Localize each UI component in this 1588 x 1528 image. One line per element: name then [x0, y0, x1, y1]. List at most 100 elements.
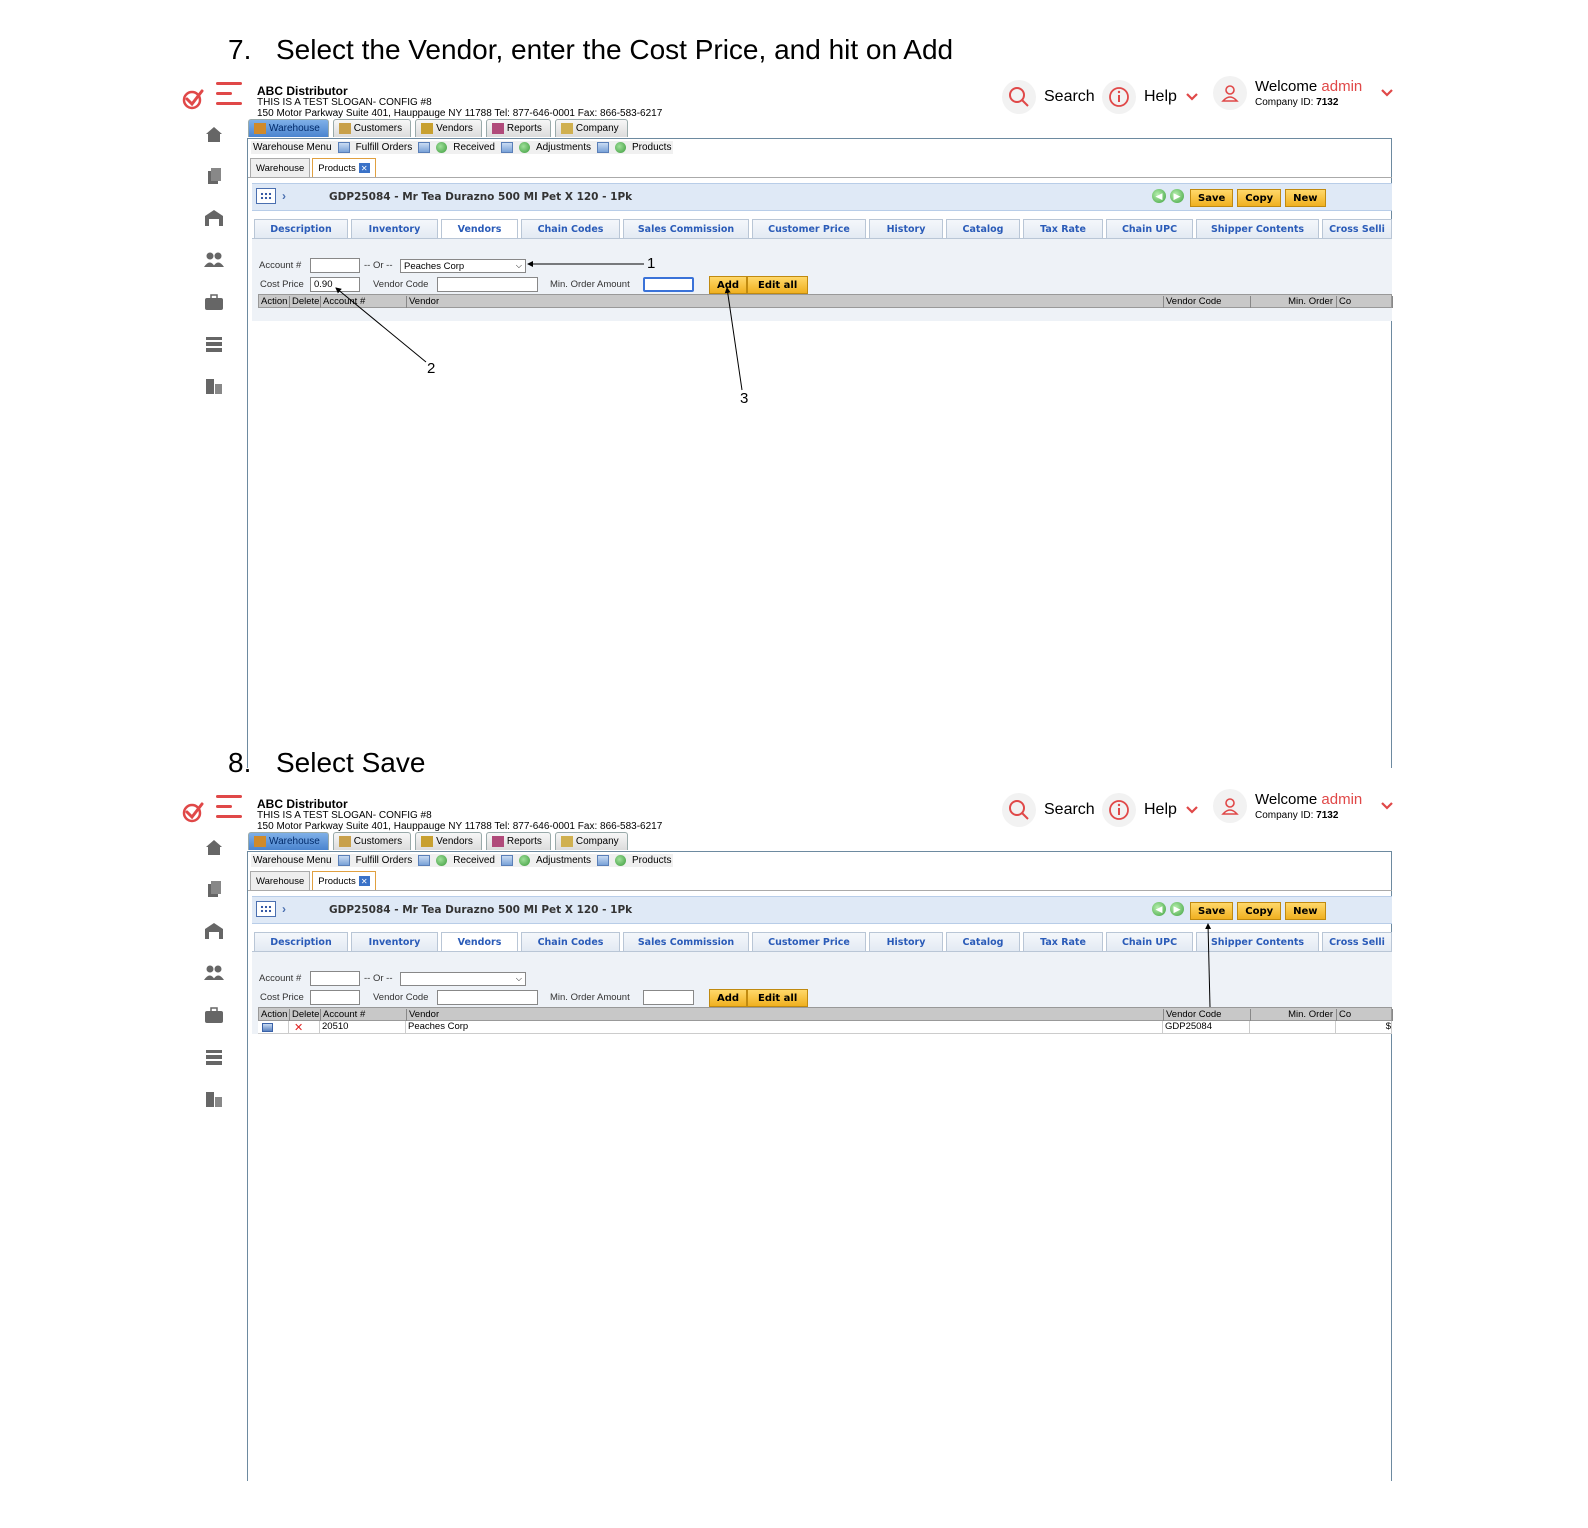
chevron-down-icon[interactable]	[1185, 92, 1199, 102]
detail-tab-inventory[interactable]: Inventory	[351, 932, 438, 951]
detail-tab-tax-rate[interactable]: Tax Rate	[1023, 219, 1103, 238]
main-tab-customers[interactable]: Customers	[332, 832, 412, 850]
list-icon[interactable]	[500, 855, 513, 866]
users-icon[interactable]	[204, 250, 224, 270]
company-icon[interactable]	[204, 376, 224, 396]
list-icon[interactable]	[500, 142, 513, 153]
main-tab-vendors[interactable]: Vendors	[415, 832, 482, 850]
home-icon[interactable]	[204, 837, 224, 857]
vendor-code-input[interactable]	[437, 990, 538, 1005]
add-icon[interactable]	[614, 142, 626, 153]
min-order-input[interactable]	[643, 990, 694, 1005]
next-arrow-icon[interactable]: ▶	[1170, 189, 1184, 203]
column-header[interactable]: Vendor	[407, 296, 1164, 308]
detail-tab-history[interactable]: History	[869, 932, 943, 951]
detail-tab-shipper-contents[interactable]: Shipper Contents	[1196, 932, 1319, 951]
column-header[interactable]: Account #	[321, 296, 407, 308]
detail-tab-vendors[interactable]: Vendors	[441, 219, 518, 238]
main-tab-company[interactable]: Company	[554, 119, 628, 137]
min-order-input[interactable]	[643, 277, 694, 292]
chevron-down-icon[interactable]	[1185, 805, 1199, 815]
help-button[interactable]: Help	[1102, 80, 1199, 114]
detail-tab-catalog[interactable]: Catalog	[946, 219, 1020, 238]
main-tab-warehouse[interactable]: Warehouse	[248, 832, 329, 850]
next-arrow-icon[interactable]: ▶	[1170, 902, 1184, 916]
detail-tab-cross-selli[interactable]: Cross Selli	[1322, 932, 1392, 951]
column-header[interactable]: Co	[1337, 1009, 1393, 1021]
list-icon[interactable]	[596, 855, 609, 866]
new-button[interactable]: New	[1285, 902, 1326, 920]
detail-tab-description[interactable]: Description	[254, 219, 348, 238]
detail-tab-sales-commission[interactable]: Sales Commission	[623, 932, 749, 951]
add-icon[interactable]	[436, 855, 448, 866]
column-header[interactable]: Vendor Code	[1164, 296, 1251, 308]
add-button[interactable]: Add	[709, 276, 748, 294]
detail-tab-history[interactable]: History	[869, 219, 943, 238]
vendor-select[interactable]: ⌵	[400, 972, 526, 986]
detail-tab-description[interactable]: Description	[254, 932, 348, 951]
column-header[interactable]: Min. Order	[1251, 1009, 1337, 1021]
previous-arrow-icon[interactable]: ◀	[1152, 189, 1166, 203]
column-header[interactable]: Delete	[290, 296, 321, 308]
close-icon[interactable]: ✕	[358, 163, 370, 173]
detail-tab-sales-commission[interactable]: Sales Commission	[623, 219, 749, 238]
briefcase-icon[interactable]	[204, 292, 224, 312]
detail-tab-customer-price[interactable]: Customer Price	[752, 219, 866, 238]
detail-tab-chain-upc[interactable]: Chain UPC	[1106, 932, 1193, 951]
detail-tab-cross-selli[interactable]: Cross Selli	[1322, 219, 1392, 238]
detail-tab-shipper-contents[interactable]: Shipper Contents	[1196, 219, 1319, 238]
menu-icon[interactable]	[216, 795, 242, 821]
warehouse-icon[interactable]	[204, 208, 224, 228]
menu-icon[interactable]	[216, 82, 242, 108]
list-icon[interactable]	[596, 142, 609, 153]
window-tab-products[interactable]: Products ✕	[312, 871, 376, 890]
submenu-item[interactable]: Fulfill Orders	[356, 855, 413, 866]
detail-tab-inventory[interactable]: Inventory	[351, 219, 438, 238]
edit-all-button[interactable]: Edit all	[747, 276, 809, 294]
column-header[interactable]: Vendor Code	[1164, 1009, 1251, 1021]
documents-icon[interactable]	[204, 166, 224, 186]
column-header[interactable]: Co	[1337, 296, 1393, 308]
logo-check-icon[interactable]	[182, 801, 204, 823]
new-button[interactable]: New	[1285, 189, 1326, 207]
search-button[interactable]: Search	[1002, 80, 1095, 114]
submenu-item[interactable]: Received	[453, 855, 495, 866]
users-icon[interactable]	[204, 963, 224, 983]
cost-price-input[interactable]	[310, 990, 360, 1005]
chevron-right-icon[interactable]: ›	[282, 189, 286, 203]
save-button[interactable]: Save	[1190, 189, 1234, 207]
window-tab-warehouse[interactable]: Warehouse	[250, 871, 311, 890]
main-tab-warehouse[interactable]: Warehouse	[248, 119, 329, 137]
company-icon[interactable]	[204, 1089, 224, 1109]
copy-button[interactable]: Copy	[1237, 902, 1282, 920]
detail-tab-chain-codes[interactable]: Chain Codes	[521, 932, 620, 951]
vendor-code-input[interactable]	[437, 277, 538, 292]
cost-price-input[interactable]: 0.90	[310, 277, 360, 292]
close-icon[interactable]: ✕	[358, 876, 370, 886]
column-header[interactable]: Min. Order	[1251, 296, 1337, 308]
window-tab-warehouse[interactable]: Warehouse	[250, 158, 311, 177]
column-header[interactable]: Action	[259, 296, 290, 308]
copy-button[interactable]: Copy	[1237, 189, 1282, 207]
submenu-item[interactable]: Adjustments	[536, 142, 591, 153]
add-button[interactable]: Add	[709, 989, 748, 1007]
grid-icon[interactable]	[256, 901, 276, 917]
column-header[interactable]: Delete	[290, 1009, 321, 1021]
account-input[interactable]	[310, 258, 360, 273]
detail-tab-chain-codes[interactable]: Chain Codes	[521, 219, 620, 238]
main-tab-reports[interactable]: Reports	[485, 119, 551, 137]
grid-icon[interactable]	[256, 188, 276, 204]
archive-icon[interactable]	[204, 1047, 224, 1067]
submenu-item[interactable]: Warehouse Menu	[253, 142, 332, 153]
main-tab-customers[interactable]: Customers	[332, 119, 412, 137]
detail-tab-tax-rate[interactable]: Tax Rate	[1023, 932, 1103, 951]
submenu-item[interactable]: Fulfill Orders	[356, 142, 413, 153]
chevron-down-icon[interactable]	[1380, 801, 1394, 811]
archive-icon[interactable]	[204, 334, 224, 354]
submenu-item[interactable]: Adjustments	[536, 855, 591, 866]
previous-arrow-icon[interactable]: ◀	[1152, 902, 1166, 916]
help-button[interactable]: Help	[1102, 793, 1199, 827]
submenu-item[interactable]: Products	[632, 142, 671, 153]
account-input[interactable]	[310, 971, 360, 986]
detail-tab-customer-price[interactable]: Customer Price	[752, 932, 866, 951]
